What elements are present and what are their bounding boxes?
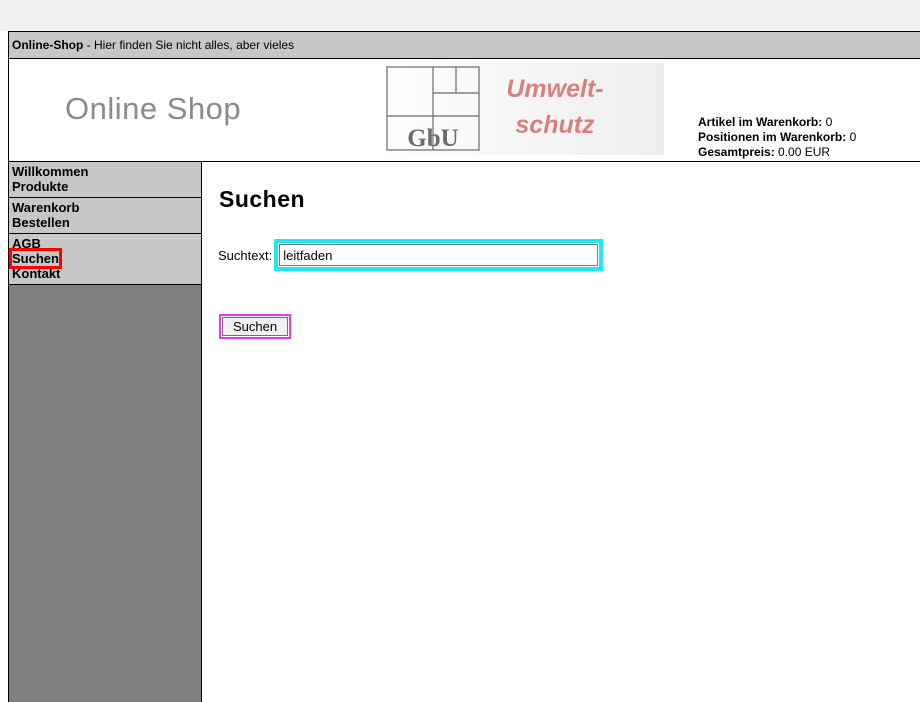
logo-text: Umwelt- schutz <box>495 71 615 143</box>
gbu-logo-mark: GbU <box>386 66 480 152</box>
main-content: Suchen Suchtext: Suchen <box>210 162 920 702</box>
sidebar-item-produkte[interactable]: Produkte <box>12 179 68 194</box>
search-field-highlight <box>274 239 604 271</box>
gbu-logo-text: GbU <box>407 125 458 152</box>
sidebar: Willkommen Produkte Warenkorb Bestellen … <box>9 162 202 702</box>
sidebar-item-warenkorb[interactable]: Warenkorb <box>12 200 79 215</box>
header: Online Shop GbU Umwelt- schutz Artikel i… <box>9 59 920 162</box>
cart-items-row: Artikel im Warenkorb: 0 <box>698 115 856 130</box>
sidebar-item-agb[interactable]: AGB <box>12 236 41 251</box>
search-button[interactable]: Suchen <box>222 317 289 336</box>
nav-group-welcome: Willkommen Produkte <box>9 162 201 198</box>
cart-items-label: Artikel im Warenkorb: <box>698 115 823 129</box>
search-label: Suchtext: <box>218 247 273 263</box>
search-input[interactable] <box>279 244 599 266</box>
search-button-highlight: Suchen <box>219 314 292 339</box>
cart-summary: Artikel im Warenkorb: 0 Positionen im Wa… <box>698 115 856 160</box>
cart-positions-value: 0 <box>846 130 857 144</box>
shop-title: Online Shop <box>65 91 242 126</box>
cart-total-label: Gesamtpreis: <box>698 145 775 159</box>
page-frame: Online-Shop - Hier finden Sie nicht alle… <box>8 31 920 702</box>
cart-total-value: 0.00 EUR <box>774 145 831 159</box>
titlebar-brand: Online-Shop <box>12 38 84 52</box>
page-title: Suchen <box>219 186 306 212</box>
sidebar-item-suchen[interactable]: Suchen <box>9 248 62 269</box>
cart-items-value: 0 <box>822 115 833 129</box>
search-row: Suchtext: <box>218 239 604 271</box>
browser-top-strip <box>0 0 920 31</box>
sidebar-item-bestellen[interactable]: Bestellen <box>12 215 70 230</box>
nav-group-cart: Warenkorb Bestellen <box>9 198 201 234</box>
cart-positions-label: Positionen im Warenkorb: <box>698 130 847 144</box>
logo-text-line1: Umwelt- <box>506 75 604 103</box>
logo-text-line2: schutz <box>515 111 595 139</box>
cart-positions-row: Positionen im Warenkorb: 0 <box>698 130 856 145</box>
nav-group-info: AGB Suchen Kontakt <box>9 234 201 285</box>
logo: GbU Umwelt- schutz <box>377 63 664 155</box>
sidebar-item-kontakt[interactable]: Kontakt <box>12 266 60 281</box>
cart-total-row: Gesamtpreis: 0.00 EUR <box>698 145 856 160</box>
sidebar-item-willkommen[interactable]: Willkommen <box>12 164 88 179</box>
titlebar-tagline: - Hier finden Sie nicht alles, aber viel… <box>83 38 295 52</box>
page-titlebar: Online-Shop - Hier finden Sie nicht alle… <box>9 31 920 59</box>
